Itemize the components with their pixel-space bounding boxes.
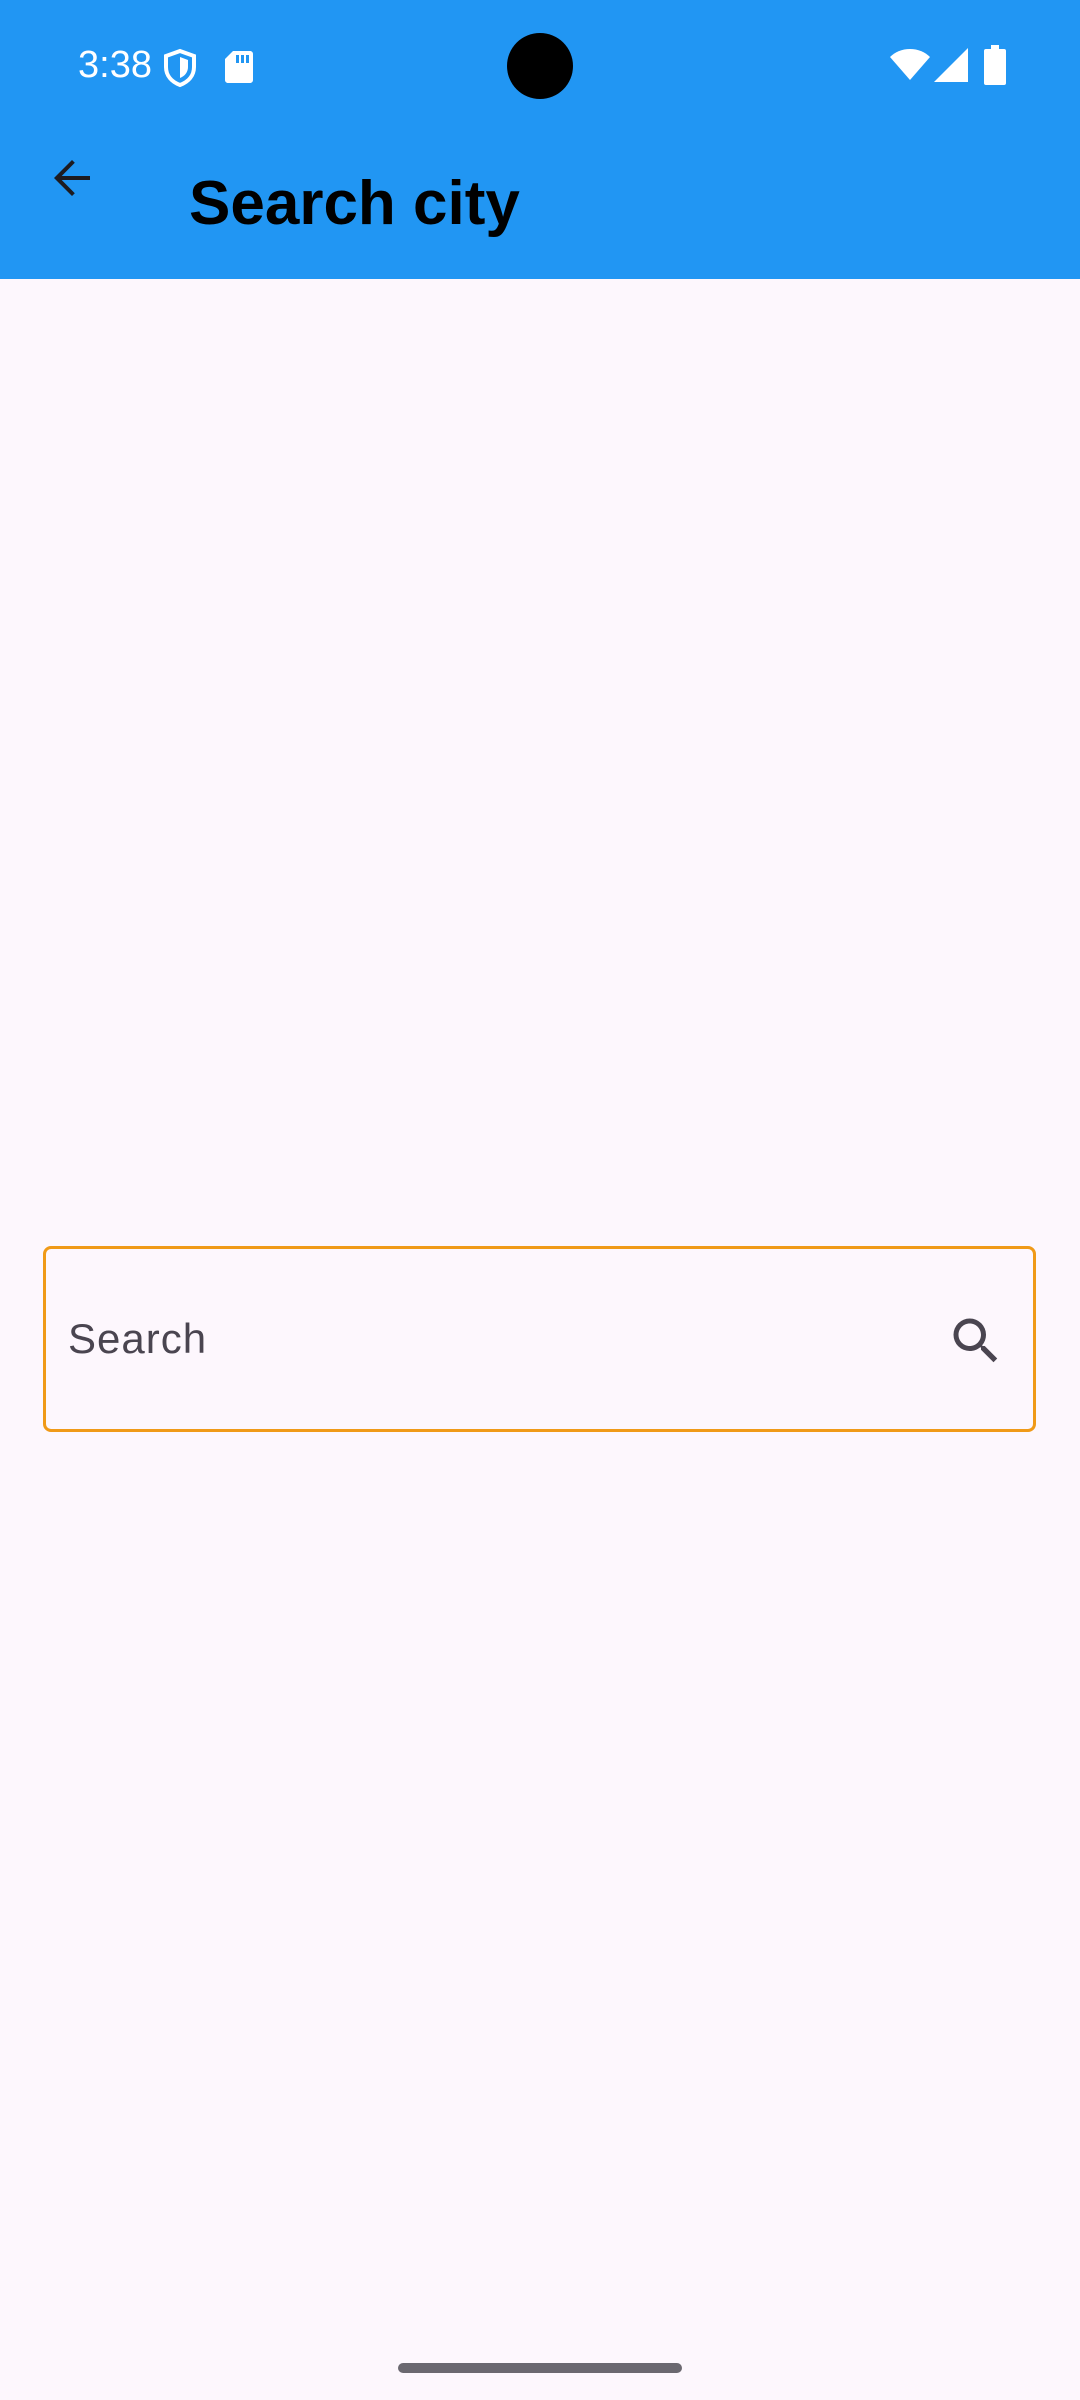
app-bar: 3:38 Search city [0,0,1080,279]
sd-card-icon [224,50,254,84]
front-camera [507,33,573,99]
page-title: Search city [189,169,520,238]
shield-icon [162,48,198,88]
search-icon[interactable] [946,1311,1006,1371]
wifi-icon [890,49,930,81]
status-bar: 3:38 [0,0,1080,130]
search-field[interactable] [43,1246,1036,1432]
status-time: 3:38 [78,44,152,86]
cellular-signal-icon [934,48,968,82]
back-button[interactable] [24,132,120,228]
battery-icon [984,45,1006,85]
search-input[interactable] [68,1299,928,1379]
arrow-back-icon [48,154,96,207]
home-indicator[interactable] [398,2363,682,2373]
